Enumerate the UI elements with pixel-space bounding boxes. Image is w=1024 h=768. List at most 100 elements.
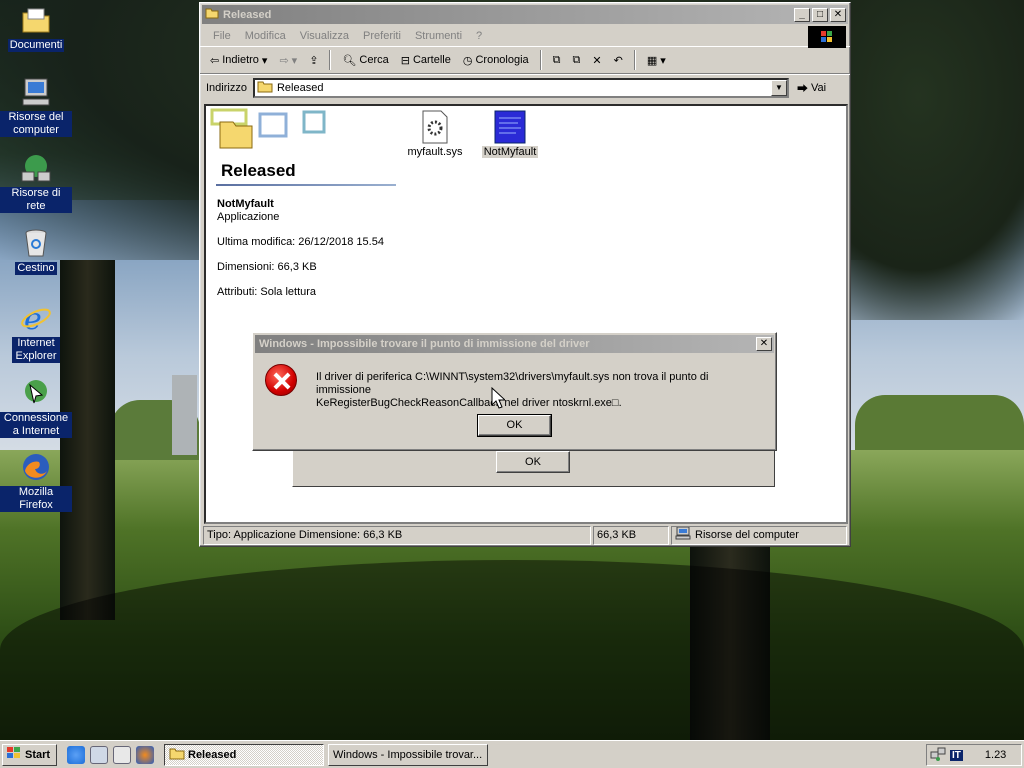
- windows-logo-icon: [808, 26, 846, 48]
- standard-toolbar: ⇦ Indietro ▾ ⇨ ▾ ⇪ 🔍︎ Cerca ⊟ Cartelle ◷…: [200, 46, 850, 74]
- desktop-icon-firefox[interactable]: Mozilla Firefox: [0, 451, 72, 512]
- file-item-selected[interactable]: NotMyfault: [474, 110, 546, 158]
- outlook-express-icon[interactable]: [90, 745, 108, 764]
- system-file-icon: [399, 110, 471, 146]
- folder-icon: [257, 80, 273, 96]
- toolbar-separator: [329, 50, 332, 70]
- error-icon: [265, 364, 297, 396]
- selected-size: Dimensioni: 66,3 KB: [217, 261, 317, 273]
- start-button[interactable]: Start: [2, 743, 57, 766]
- status-size: 66,3 KB: [593, 526, 669, 545]
- language-indicator[interactable]: IT: [950, 749, 963, 761]
- maximize-button[interactable]: □: [812, 7, 828, 22]
- folder-icon: [205, 7, 219, 22]
- internet-explorer-icon: e: [20, 302, 52, 337]
- recycle-bin-icon: [20, 227, 52, 259]
- task-released[interactable]: Released: [164, 743, 324, 766]
- forward-button[interactable]: ⇨ ▾: [275, 52, 301, 69]
- menu-bar: File Modifica Visualizza Preferiti Strum…: [200, 26, 850, 48]
- connection-wizard-icon: [20, 377, 52, 409]
- go-button[interactable]: ⮕ Vai: [797, 80, 826, 96]
- search-icon: 🔍︎: [342, 54, 357, 67]
- ok-button[interactable]: OK: [477, 414, 552, 437]
- folder-title: Released: [221, 161, 296, 180]
- computer-icon: [675, 527, 691, 544]
- error-message: Il driver di periferica C:\WINNT\system3…: [316, 371, 766, 410]
- undo-button[interactable]: ↶: [610, 52, 627, 69]
- menu-preferiti[interactable]: Preferiti: [356, 30, 408, 42]
- mouse-cursor-icon: [491, 386, 507, 412]
- firefox-icon[interactable]: [136, 745, 154, 764]
- application-icon: [474, 110, 546, 146]
- up-folder-button[interactable]: ⇪: [305, 52, 322, 69]
- desktop-icon-internet-explorer[interactable]: e Internet Explorer: [0, 302, 72, 363]
- file-label: myfault.sys: [407, 146, 463, 158]
- file-label: NotMyfault: [481, 146, 539, 158]
- address-dropdown-button[interactable]: ▼: [770, 79, 787, 96]
- selected-attributes: Attributi: Sola lettura: [217, 286, 317, 298]
- toolbar-separator: [539, 50, 542, 70]
- clock[interactable]: 1.23: [985, 749, 1006, 761]
- back-dialog-ok-button[interactable]: OK: [496, 451, 570, 473]
- close-button[interactable]: ✕: [756, 337, 772, 351]
- address-value: Released: [276, 81, 324, 94]
- desktop-icon-connessione[interactable]: Connessione a Internet: [0, 377, 72, 438]
- search-button[interactable]: 🔍︎ Cerca: [338, 52, 392, 69]
- folders-icon: ⊟: [400, 54, 410, 67]
- explorer-titlebar[interactable]: Released _ □ ✕: [202, 5, 848, 24]
- menu-modifica[interactable]: Modifica: [238, 30, 293, 42]
- system-tray: IT 1.23: [926, 744, 1022, 766]
- undo-icon: ↶: [613, 54, 623, 67]
- window-title: Released: [223, 8, 272, 21]
- copy-to-button[interactable]: ⧉: [569, 52, 585, 69]
- views-button[interactable]: ▦ ▾: [643, 52, 670, 69]
- history-icon: ◷: [462, 54, 473, 67]
- error-line-2: KeRegisterBugCheckReasonCallback nel dri…: [316, 397, 622, 409]
- copy-to-icon: ⧉: [572, 53, 581, 66]
- arrow-left-icon: ⇦: [210, 54, 220, 67]
- menu-visualizza[interactable]: Visualizza: [293, 30, 356, 42]
- menu-strumenti[interactable]: Strumenti: [408, 30, 469, 42]
- address-bar: Indirizzo Released ▼ ⮕ Vai: [200, 74, 850, 100]
- menu-file[interactable]: File: [206, 30, 238, 42]
- toolbar-separator: [633, 50, 636, 70]
- selection-details: NotMyfault Applicazione Ultima modifica:…: [217, 198, 384, 299]
- taskbar: Start Released Windows - Impossibile tro…: [0, 740, 1024, 768]
- folder-up-icon: ⇪: [309, 54, 319, 67]
- selected-modified: Ultima modifica: 26/12/2018 15.54: [217, 236, 384, 248]
- firefox-icon: [20, 451, 52, 483]
- delete-icon: ✕: [592, 54, 602, 67]
- error-line-1: Il driver di periferica C:\WINNT\system3…: [316, 371, 709, 396]
- error-dialog-title: Windows - Impossibile trovare il punto d…: [259, 338, 590, 350]
- desktop-icon-risorse-rete[interactable]: Risorse di rete: [0, 152, 72, 213]
- file-item[interactable]: myfault.sys: [399, 110, 471, 158]
- network-tray-icon[interactable]: [930, 746, 946, 765]
- delete-button[interactable]: ✕: [588, 52, 605, 69]
- desktop-icon-risorse-computer[interactable]: Risorse del computer: [0, 76, 72, 137]
- chevron-down-icon: ▾: [660, 54, 666, 67]
- back-button[interactable]: ⇦ Indietro ▾: [206, 52, 271, 69]
- desktop-icon-documenti[interactable]: Documenti: [0, 4, 72, 52]
- selected-type: Applicazione: [217, 211, 280, 223]
- status-bar: Tipo: Applicazione Dimensione: 66,3 KB 6…: [203, 526, 849, 545]
- close-button[interactable]: ✕: [830, 7, 846, 22]
- address-label: Indirizzo: [206, 81, 247, 94]
- menu-help[interactable]: ?: [469, 30, 489, 42]
- selected-name: NotMyfault: [217, 198, 274, 210]
- task-error-dialog[interactable]: Windows - Impossibile trovar...: [328, 743, 488, 766]
- minimize-button[interactable]: _: [794, 7, 810, 22]
- folder-header: Released: [210, 108, 396, 186]
- desktop-icon-cestino[interactable]: Cestino: [0, 227, 72, 275]
- error-dialog-titlebar[interactable]: Windows - Impossibile trovare il punto d…: [255, 335, 774, 353]
- folder-icon: [169, 747, 185, 763]
- address-input[interactable]: Released ▼: [252, 77, 789, 98]
- folders-button[interactable]: ⊟ Cartelle: [397, 52, 455, 69]
- move-to-button[interactable]: ⧉: [549, 52, 565, 69]
- history-button[interactable]: ◷ Cronologia: [459, 52, 533, 69]
- network-icon: [20, 152, 52, 184]
- folder-icon: [20, 4, 52, 36]
- arrow-right-icon: ⇨: [279, 54, 289, 67]
- show-desktop-icon[interactable]: [113, 745, 131, 764]
- go-arrow-icon: ⮕: [796, 82, 808, 95]
- internet-explorer-icon[interactable]: [67, 745, 85, 764]
